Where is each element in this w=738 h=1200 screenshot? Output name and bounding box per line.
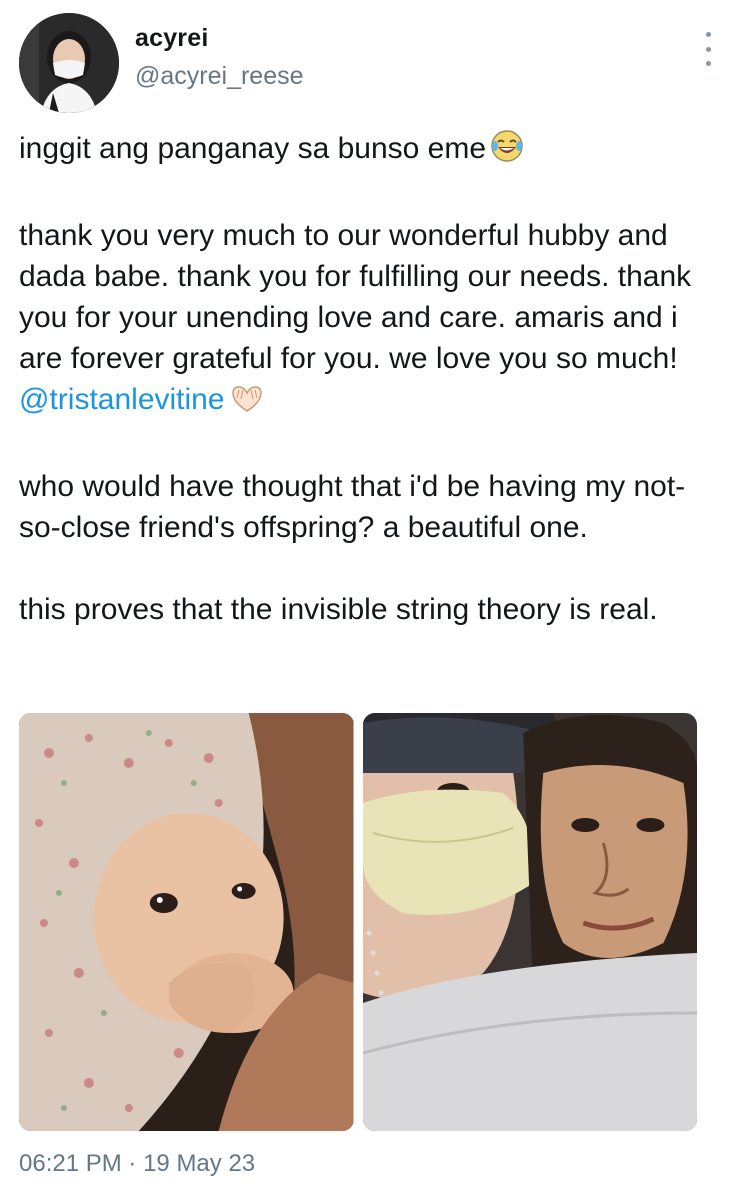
author-handle[interactable]: @acyrei_reese (135, 62, 304, 91)
baby-photo[interactable] (19, 713, 354, 1131)
author-avatar[interactable] (19, 13, 119, 113)
tweet-timestamp[interactable]: 06:21 PM · 19 May 23 (19, 1150, 255, 1178)
paragraph-2-text: thank you very much to our wonderful hub… (19, 219, 692, 375)
more-options-icon[interactable] (696, 32, 720, 66)
tweet-date: 19 May 23 (143, 1150, 256, 1177)
paragraph-3: who would have thought that i'd be havin… (19, 470, 686, 544)
tweet-time: 06:21 PM (19, 1150, 122, 1177)
dot (705, 61, 711, 66)
baby-photo-image (19, 713, 354, 1131)
paragraph-1: inggit ang panganay sa bunso eme (19, 128, 724, 174)
heart-hands-emoji-icon (229, 384, 265, 425)
media-grid (19, 713, 697, 1131)
paragraph-2: thank you very much to our wonderful hub… (19, 215, 724, 425)
tweet: acyrei @acyrei_reese inggit ang panganay… (0, 0, 738, 1200)
author-display-name[interactable]: acyrei (135, 24, 209, 53)
paragraph-4: this proves that the invisible string th… (19, 593, 658, 626)
avatar-image (19, 13, 119, 113)
couple-selfie-photo[interactable] (362, 713, 697, 1131)
couple-selfie-image (362, 713, 697, 1131)
tears-of-joy-emoji-icon (490, 129, 524, 174)
timestamp-separator: · (128, 1150, 137, 1177)
dot (705, 32, 711, 37)
mention-link[interactable]: @tristanlevitine (19, 383, 225, 416)
dot (705, 46, 711, 52)
tweet-text: inggit ang panganay sa bunso eme thank y… (19, 128, 724, 671)
paragraph-1-text: inggit ang panganay sa bunso eme (19, 132, 487, 165)
